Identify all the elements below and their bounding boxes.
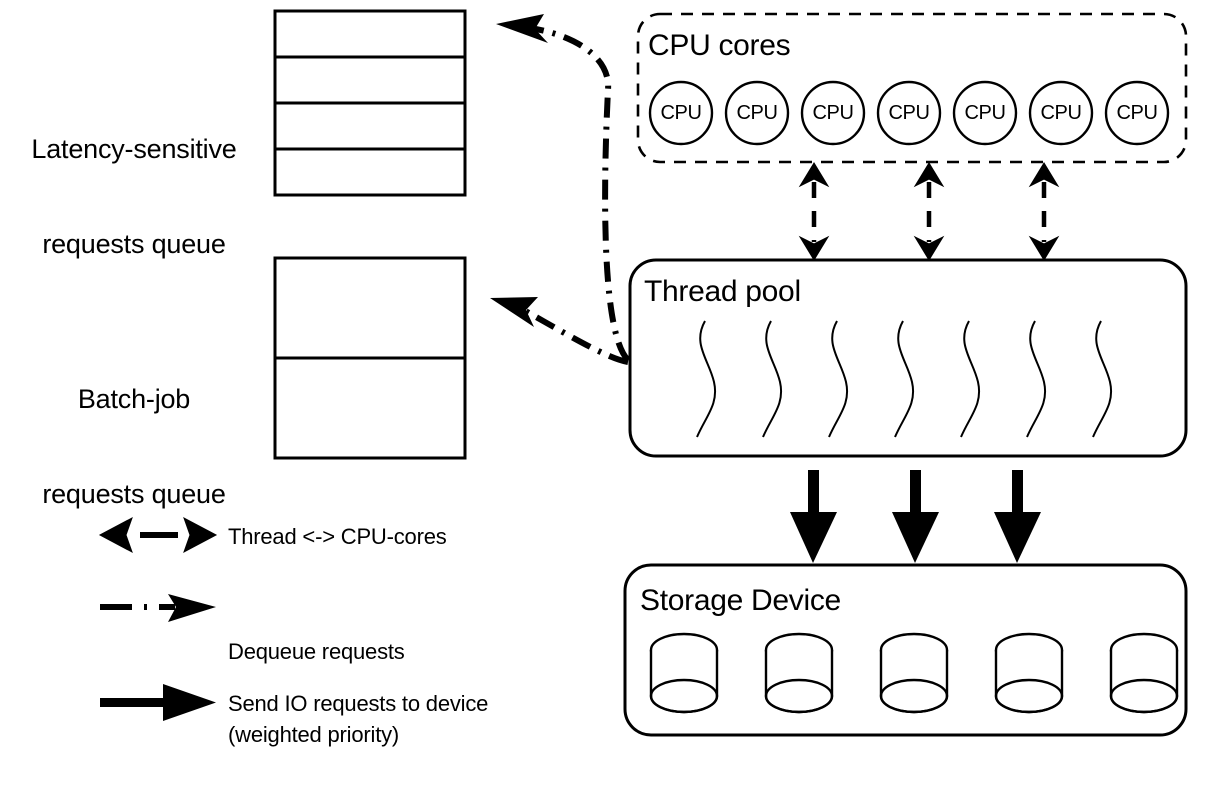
dequeue-arrowhead-batch: [490, 297, 538, 327]
thread-cpu-arrow: [913, 162, 945, 261]
legend-label-thread-cpu: Thread <-> CPU-cores: [228, 524, 447, 549]
storage-device-title: Storage Device: [640, 584, 841, 617]
batch-queue-caption-line1: Batch-job: [77, 383, 191, 414]
dequeue-arrows: [518, 25, 631, 365]
legend-label-dequeue-line2: (weighted priority): [228, 721, 400, 747]
legend-label-dequeue-line1: Dequeue requests: [228, 639, 405, 664]
batch-job-queue-box: [273, 256, 467, 460]
storage-disk: [879, 632, 949, 714]
cpu-core-label: CPU: [812, 102, 854, 124]
cpu-core-label: CPU: [660, 102, 702, 124]
send-io-arrow: [892, 470, 939, 563]
latency-queue-caption-line2: requests queue: [42, 229, 226, 260]
latency-queue-caption: Latency-sensitive requests queue: [0, 70, 268, 325]
legend-symbol-send-io: [100, 684, 216, 721]
dequeue-arrowheads: [490, 14, 548, 327]
storage-disk: [649, 632, 719, 714]
send-io-arrow: [790, 470, 837, 563]
storage-disk: [764, 632, 834, 714]
cpu-core-label: CPU: [1040, 102, 1082, 124]
cpu-core-label: CPU: [1116, 102, 1158, 124]
thread-cpu-arrow: [798, 162, 830, 261]
send-io-arrow: [994, 470, 1041, 563]
legend-symbol-dequeue: [100, 594, 216, 622]
diagram-canvas: Latency-sensitive requests queue Batch-j…: [0, 0, 1224, 747]
send-io-arrows: [790, 470, 1041, 563]
storage-disk: [1109, 632, 1179, 714]
batch-queue-caption-line2: requests queue: [42, 479, 226, 510]
storage-disk: [994, 632, 1064, 714]
thread-pool-title: Thread pool: [644, 275, 801, 308]
thread-cpu-bidirectional-arrows: [798, 162, 1060, 261]
thread-cpu-arrow: [1028, 162, 1060, 261]
legend-label-send-io: Send IO requests to device: [228, 691, 489, 716]
cpu-core-label: CPU: [736, 102, 778, 124]
cpu-core-label: CPU: [888, 102, 930, 124]
latency-queue-caption-line1: Latency-sensitive: [31, 133, 237, 164]
cpu-core-label: CPU: [964, 102, 1006, 124]
latency-sensitive-queue-box: [273, 9, 467, 197]
cpu-cores-title: CPU cores: [648, 29, 791, 62]
dequeue-arrow-latency: [529, 25, 631, 363]
